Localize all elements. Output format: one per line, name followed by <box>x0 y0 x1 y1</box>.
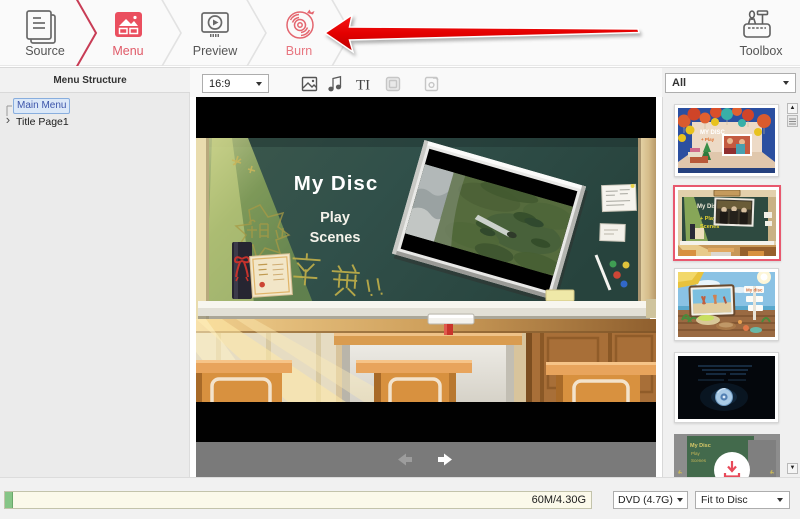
svg-text:+ Play: + Play <box>701 137 715 142</box>
svg-text:Play: Play <box>320 210 350 226</box>
svg-text:My Disc: My Disc <box>690 443 711 449</box>
svg-text:My Disc: My Disc <box>294 172 378 195</box>
svg-text:MY DISC: MY DISC <box>700 130 726 136</box>
svg-text:Scenes: Scenes <box>691 458 707 463</box>
svg-text:Play: Play <box>691 451 701 456</box>
svg-text:Scenes: Scenes <box>310 230 361 246</box>
svg-text:TI: TI <box>356 78 370 94</box>
svg-text:My disc: My disc <box>746 288 763 293</box>
